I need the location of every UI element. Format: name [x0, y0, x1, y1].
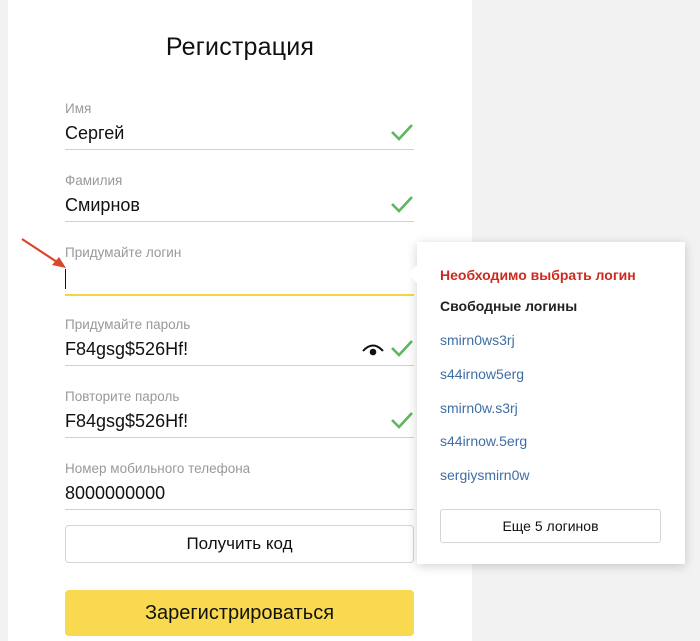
check-icon	[391, 412, 413, 429]
annotation-arrow	[21, 238, 66, 268]
phone-field[interactable]: Номер мобильного телефона 8000000000	[65, 461, 414, 513]
login-suggestions-popup: Необходимо выбрать логин Свободные логин…	[408, 242, 685, 564]
popup-pointer	[408, 265, 417, 283]
login-suggestion[interactable]: s44irnow5erg	[440, 366, 524, 382]
register-button[interactable]: Зарегистрироваться	[65, 590, 414, 636]
repeat-password-underline	[65, 437, 414, 438]
login-suggestion[interactable]: s44irnow.5erg	[440, 433, 527, 449]
last-name-label: Фамилия	[65, 173, 123, 188]
last-name-input[interactable]: Смирнов	[65, 195, 140, 216]
repeat-password-field[interactable]: Повторите пароль F84gsg$526Hf!	[65, 389, 414, 441]
check-icon	[391, 196, 413, 213]
free-logins-heading: Свободные логины	[440, 298, 578, 314]
first-name-underline	[65, 149, 414, 150]
registration-card: Регистрация Имя Сергей Фамилия Смирнов П…	[8, 0, 472, 641]
get-code-button[interactable]: Получить код	[65, 525, 414, 563]
repeat-password-label: Повторите пароль	[65, 389, 180, 404]
login-suggestion[interactable]: smirn0ws3rj	[440, 332, 515, 348]
repeat-password-input[interactable]: F84gsg$526Hf!	[65, 411, 188, 432]
eye-icon[interactable]	[362, 343, 384, 357]
password-underline	[65, 365, 414, 366]
password-field[interactable]: Придумайте пароль F84gsg$526Hf!	[65, 317, 414, 369]
first-name-label: Имя	[65, 101, 92, 116]
login-error-message: Необходимо выбрать логин	[440, 267, 636, 283]
login-suggestion[interactable]: smirn0w.s3rj	[440, 400, 518, 416]
check-icon	[391, 124, 413, 141]
check-icon	[391, 340, 413, 357]
phone-input[interactable]: 8000000000	[65, 483, 165, 504]
phone-underline	[65, 509, 414, 510]
login-label: Придумайте логин	[65, 245, 182, 260]
login-suggestion[interactable]: sergiysmirn0w	[440, 467, 529, 483]
phone-label: Номер мобильного телефона	[65, 461, 251, 476]
login-underline-focused	[65, 294, 414, 296]
page-title: Регистрация	[165, 33, 315, 61]
login-field[interactable]: Придумайте логин	[65, 245, 414, 298]
first-name-input[interactable]: Сергей	[65, 123, 124, 144]
password-label: Придумайте пароль	[65, 317, 191, 332]
password-input[interactable]: F84gsg$526Hf!	[65, 339, 188, 360]
more-logins-button[interactable]: Еще 5 логинов	[440, 509, 661, 543]
last-name-underline	[65, 221, 414, 222]
first-name-field[interactable]: Имя Сергей	[65, 101, 414, 153]
last-name-field[interactable]: Фамилия Смирнов	[65, 173, 414, 225]
